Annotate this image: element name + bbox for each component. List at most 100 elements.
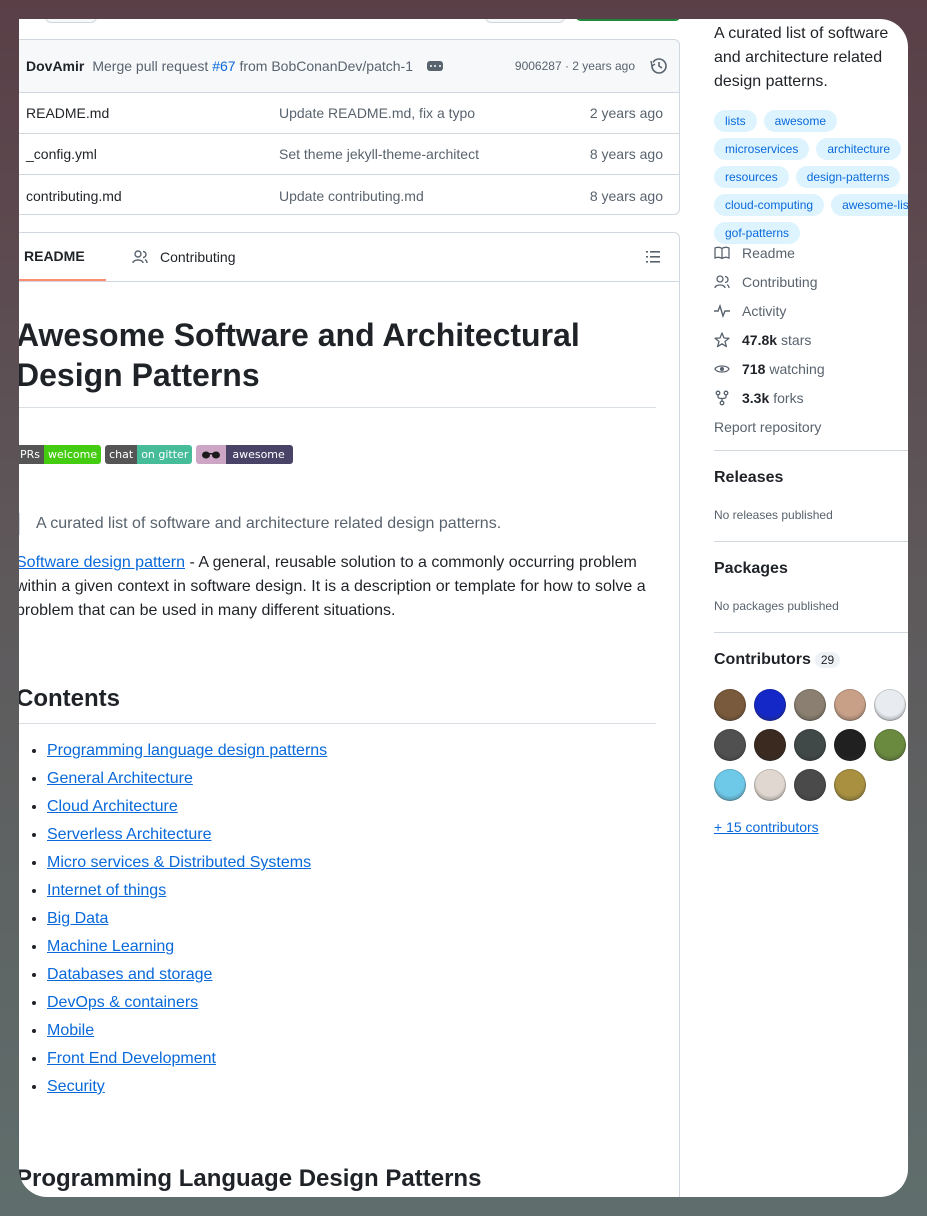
- list-item: Databases and storage: [47, 961, 327, 989]
- awesome-badge[interactable]: awesome: [196, 445, 293, 464]
- tab-readme[interactable]: README: [19, 233, 106, 281]
- packages-subtitle: No packages published: [714, 599, 839, 613]
- topic-tag[interactable]: awesome-list: [831, 194, 908, 216]
- avatar[interactable]: [794, 689, 826, 721]
- list-item: Big Data: [47, 905, 327, 933]
- file-row[interactable]: README.md Update README.md, fix a typo 2…: [19, 93, 679, 134]
- main-column: DovAmir Merge pull request #67 from BobC…: [19, 19, 682, 1197]
- avatar[interactable]: [834, 689, 866, 721]
- avatar[interactable]: [714, 729, 746, 761]
- topic-tag[interactable]: lists: [714, 110, 757, 132]
- avatar[interactable]: [794, 729, 826, 761]
- file-name[interactable]: _config.yml: [26, 146, 279, 162]
- list-item: DevOps & containers: [47, 989, 327, 1017]
- sunglasses-icon: [196, 445, 227, 464]
- more-contributors-link[interactable]: + 15 contributors: [714, 819, 819, 835]
- book-icon: [714, 246, 730, 259]
- commit-author[interactable]: DovAmir: [26, 58, 84, 74]
- people-icon: [714, 274, 730, 288]
- fork-icon: [715, 390, 729, 405]
- file-row[interactable]: _config.yml Set theme jekyll-theme-archi…: [19, 134, 679, 175]
- avatar[interactable]: [754, 729, 786, 761]
- avatar[interactable]: [834, 769, 866, 801]
- list-item: Machine Learning: [47, 933, 327, 961]
- watchers-link[interactable]: 718 watching: [714, 354, 908, 383]
- readme-link[interactable]: Readme: [714, 238, 908, 267]
- avatar[interactable]: [874, 689, 906, 721]
- toc-link[interactable]: Machine Learning: [47, 938, 174, 955]
- repo-description: A curated list of software and architect…: [714, 25, 889, 90]
- file-commit-message[interactable]: Update contributing.md: [279, 188, 590, 204]
- releases-subtitle: No releases published: [714, 508, 833, 522]
- software-design-pattern-link[interactable]: Software design pattern: [19, 554, 185, 571]
- releases-title[interactable]: Releases: [714, 469, 783, 487]
- toc-link[interactable]: Serverless Architecture: [47, 826, 212, 843]
- badges: PRs welcome chat on gitter awesome: [19, 445, 293, 464]
- people-icon: [132, 250, 148, 264]
- topic-tag[interactable]: architecture: [816, 138, 902, 160]
- toc-link[interactable]: Front End Development: [47, 1050, 216, 1067]
- toc-link[interactable]: Cloud Architecture: [47, 798, 178, 815]
- list-item: Cloud Architecture: [47, 793, 327, 821]
- pr-link[interactable]: #67: [212, 58, 235, 74]
- avatar[interactable]: [714, 689, 746, 721]
- list-item: Security: [47, 1073, 327, 1101]
- list-item: Front End Development: [47, 1045, 327, 1073]
- contributing-link[interactable]: Contributing: [714, 267, 908, 296]
- readme-tabs: README Contributing: [19, 233, 679, 282]
- toc-link[interactable]: Security: [47, 1078, 105, 1095]
- ellipsis-icon[interactable]: [427, 61, 443, 71]
- gitter-badge[interactable]: chat on gitter: [105, 445, 193, 464]
- file-commit-message[interactable]: Set theme jekyll-theme-architect: [279, 146, 590, 162]
- activity-link[interactable]: Activity: [714, 296, 908, 325]
- file-age: 8 years ago: [589, 187, 663, 204]
- contributors-count: 29: [814, 652, 841, 668]
- file-name[interactable]: README.md: [26, 105, 279, 121]
- toc-link[interactable]: Micro services & Distributed Systems: [47, 854, 311, 871]
- forks-link[interactable]: 3.3k forks: [714, 383, 908, 412]
- toc-link[interactable]: Big Data: [47, 910, 108, 927]
- topic-tag[interactable]: design-patterns: [795, 166, 901, 188]
- toc-link[interactable]: DevOps & containers: [47, 994, 198, 1011]
- repo-meta: Readme Contributing Activity 47.8k stars …: [714, 238, 908, 441]
- report-repository-link[interactable]: Report repository: [714, 412, 908, 441]
- avatar[interactable]: [714, 769, 746, 801]
- topic-tag[interactable]: cloud-computing: [714, 194, 825, 216]
- history-icon[interactable]: [649, 56, 669, 76]
- readme-description: Software design pattern - A general, reu…: [19, 551, 656, 623]
- contributor-avatars: [714, 689, 908, 801]
- pulse-icon: [714, 303, 730, 318]
- browser-viewport: DovAmir Merge pull request #67 from BobC…: [19, 19, 908, 1197]
- stars-link[interactable]: 47.8k stars: [714, 325, 908, 354]
- section-heading: Programming Language Design Patterns: [19, 1165, 482, 1192]
- avatar[interactable]: [754, 689, 786, 721]
- toc-link[interactable]: Mobile: [47, 1022, 94, 1039]
- file-commit-message[interactable]: Update README.md, fix a typo: [279, 105, 590, 121]
- avatar[interactable]: [834, 729, 866, 761]
- topic-tag[interactable]: microservices: [714, 138, 810, 160]
- list-item: Mobile: [47, 1017, 327, 1045]
- divider: [714, 632, 908, 633]
- tab-contributing[interactable]: Contributing: [124, 233, 244, 281]
- packages-title[interactable]: Packages: [714, 560, 788, 578]
- commit-hash-time[interactable]: 9006287 · 2 years ago: [515, 59, 635, 73]
- contributors-title[interactable]: Contributors 29: [714, 651, 841, 669]
- avatar[interactable]: [794, 769, 826, 801]
- branch-button[interactable]: [45, 19, 97, 23]
- readme-blockquote: A curated list of software and architect…: [19, 513, 501, 535]
- commit-message[interactable]: Merge pull request #67 from BobConanDev/…: [92, 58, 413, 74]
- toc-link[interactable]: Programming language design patterns: [47, 742, 327, 759]
- toc-link[interactable]: Databases and storage: [47, 966, 212, 983]
- code-button[interactable]: [575, 19, 681, 21]
- file-name[interactable]: contributing.md: [26, 188, 279, 204]
- toc-link[interactable]: General Architecture: [47, 770, 193, 787]
- avatar[interactable]: [874, 729, 906, 761]
- outline-list-icon[interactable]: [645, 249, 661, 265]
- add-file-button[interactable]: [485, 19, 565, 23]
- avatar[interactable]: [754, 769, 786, 801]
- topic-tag[interactable]: awesome: [763, 110, 838, 132]
- prs-welcome-badge[interactable]: PRs welcome: [19, 445, 102, 464]
- topic-tag[interactable]: resources: [714, 166, 789, 188]
- file-row[interactable]: contributing.md Update contributing.md 8…: [19, 175, 679, 214]
- toc-link[interactable]: Internet of things: [47, 882, 166, 899]
